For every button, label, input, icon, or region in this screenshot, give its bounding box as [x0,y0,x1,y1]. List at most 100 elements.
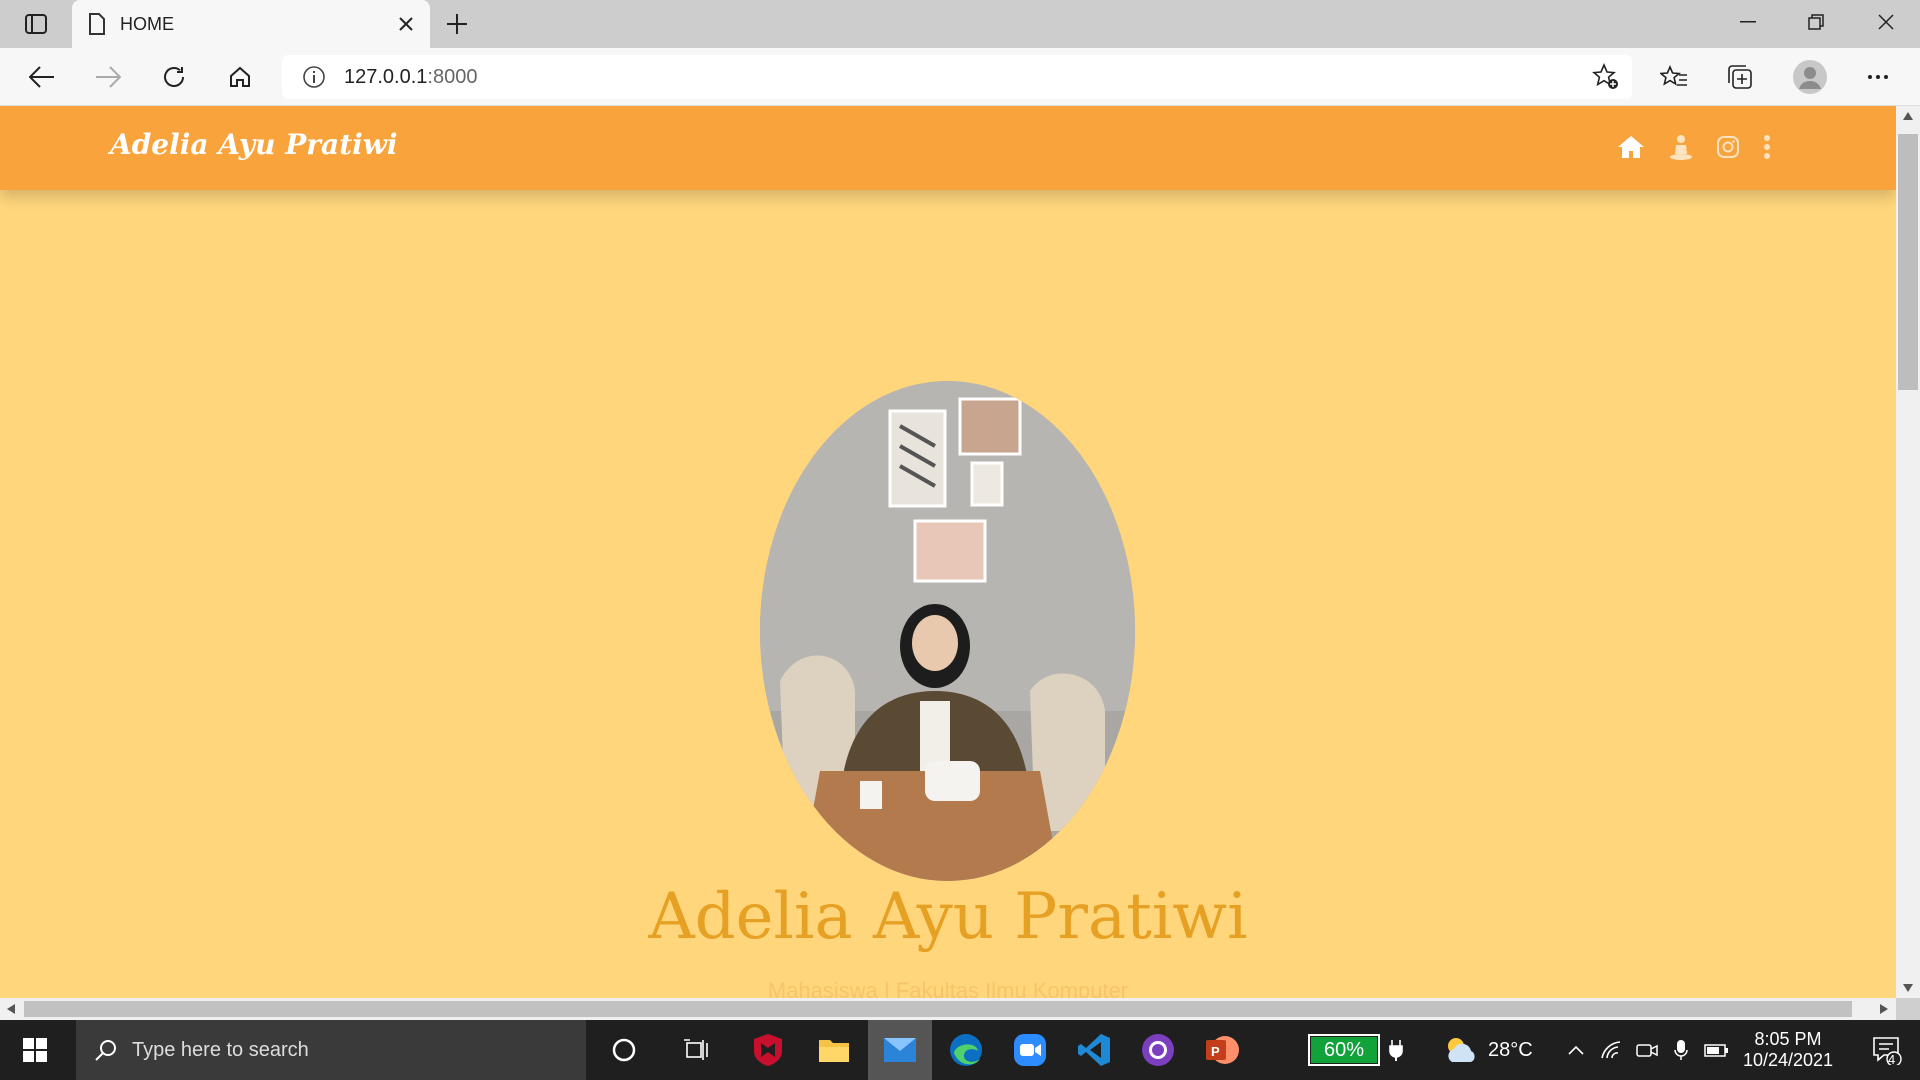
search-icon [95,1040,116,1061]
tab-actions-button[interactable] [14,9,58,39]
weather-widget[interactable]: 28°C [1444,1020,1564,1080]
powerpoint-icon: P [1206,1036,1239,1064]
refresh-icon [164,67,184,87]
taskbar-zoom[interactable] [1000,1020,1060,1080]
mcafee-icon [754,1034,782,1066]
battery-percent: 60% [1323,1038,1365,1061]
favorites-icon [1660,65,1687,86]
svg-text:P: P [1211,1044,1220,1059]
forward-button[interactable] [90,59,126,95]
vscode-icon [1078,1034,1110,1066]
info-icon[interactable] [302,65,326,89]
taskbar-vscode[interactable] [1064,1020,1124,1080]
browser-toolbar: 127.0.0.1:8000 [0,48,1920,106]
settings-more-button[interactable] [1860,59,1896,95]
home-button[interactable] [222,59,258,95]
windows-taskbar: Type here to search P 60% 28°C 8:05 PM 1… [0,1020,1920,1080]
address-host: 127.0.0.1 [344,65,428,88]
scroll-right-icon[interactable] [1880,1004,1888,1014]
new-tab-button[interactable] [441,8,473,40]
more-horizontal-icon [1868,75,1888,79]
clock[interactable]: 8:05 PM 10/24/2021 [1738,1020,1838,1080]
arrow-right-icon [96,66,121,88]
window-close-button[interactable] [1852,0,1920,44]
site-navbar: Adelia Ayu Pratiwi [0,106,1896,190]
meet-now-icon [1636,1044,1658,1057]
scroll-left-icon[interactable] [7,1004,15,1014]
restore-icon [1808,14,1824,30]
vertical-scroll-thumb[interactable] [1898,134,1918,390]
tab-title: HOME [120,13,174,34]
taskbar-mail[interactable] [868,1020,932,1080]
close-icon [399,17,413,31]
wifi-button[interactable] [1596,1020,1626,1080]
favorites-button[interactable] [1656,59,1692,95]
cortana-button[interactable] [596,1020,652,1080]
github-icon [1142,1034,1174,1066]
meet-now-button[interactable] [1632,1020,1662,1080]
refresh-button[interactable] [156,59,192,95]
clock-time: 8:05 PM [1754,1029,1822,1049]
hero-subtitle: Mahasiswa | Fakultas Ilmu Komputer [767,978,1129,998]
microphone-button[interactable] [1668,1020,1694,1080]
tab-strip: HOME [0,0,1920,48]
home-icon [230,66,250,87]
start-button[interactable] [0,1020,70,1080]
tab-close-button[interactable] [390,8,422,40]
wifi-icon [1601,1041,1621,1059]
battery-indicator[interactable]: 60% [1304,1020,1384,1080]
power-plug-icon [1386,1020,1406,1080]
scroll-up-icon[interactable] [1903,112,1913,120]
notification-count: 4 [1888,1052,1896,1067]
profile-button[interactable] [1790,59,1830,95]
avatar-icon [1793,60,1827,94]
site-brand[interactable]: Adelia Ayu Pratiwi [110,128,398,161]
close-icon [1878,14,1894,30]
minimize-button[interactable] [1714,0,1782,44]
battery-icon [1704,1044,1728,1057]
nav-more-button[interactable] [1752,132,1782,162]
more-vertical-icon [1764,135,1770,159]
partly-cloudy-icon [1448,1038,1475,1062]
browser-tab-home[interactable]: HOME [72,0,430,48]
nav-about-link[interactable] [1666,132,1696,162]
profile-photo [760,381,1135,881]
back-button[interactable] [24,59,60,95]
show-hidden-icons-button[interactable] [1562,1020,1590,1080]
notification-icon [1873,1037,1902,1065]
chevron-up-icon [1568,1045,1584,1055]
add-favorite-icon[interactable] [1592,63,1620,91]
page-icon [89,13,105,35]
scroll-down-icon[interactable] [1903,984,1913,992]
tab-actions-icon [25,14,47,34]
taskbar-file-explorer[interactable] [804,1020,864,1080]
horizontal-scroll-thumb[interactable] [24,1001,1852,1017]
cortana-icon [612,1038,636,1062]
folder-icon [819,1040,849,1062]
mail-icon [884,1038,916,1062]
home-icon [1618,136,1644,158]
restore-button[interactable] [1782,0,1850,44]
plus-icon [447,14,467,34]
collections-icon [1728,65,1752,89]
address-bar[interactable]: 127.0.0.1:8000 [282,55,1632,99]
taskbar-mcafee[interactable] [740,1020,796,1080]
hero-name: Adelia Ayu Pratiwi [648,880,1248,954]
action-center-button[interactable]: 4 [1862,1020,1912,1080]
edge-icon [950,1034,982,1066]
collections-button[interactable] [1722,59,1758,95]
search-placeholder: Type here to search [132,1038,309,1061]
zoom-icon [1014,1034,1046,1066]
person-icon [1670,135,1692,160]
windows-logo-icon [23,1038,47,1062]
taskbar-search[interactable]: Type here to search [76,1020,586,1080]
battery-status-button[interactable] [1700,1020,1734,1080]
task-view-button[interactable] [668,1020,724,1080]
taskbar-github-desktop[interactable] [1128,1020,1188,1080]
nav-instagram-link[interactable] [1713,132,1743,162]
page-viewport: Adelia Ayu Pratiwi Adelia Ayu Pratiwi Ma… [0,106,1896,998]
nav-home-link[interactable] [1616,132,1646,162]
address-port: :8000 [427,65,478,88]
taskbar-edge[interactable] [936,1020,996,1080]
taskbar-powerpoint[interactable]: P [1192,1020,1252,1080]
